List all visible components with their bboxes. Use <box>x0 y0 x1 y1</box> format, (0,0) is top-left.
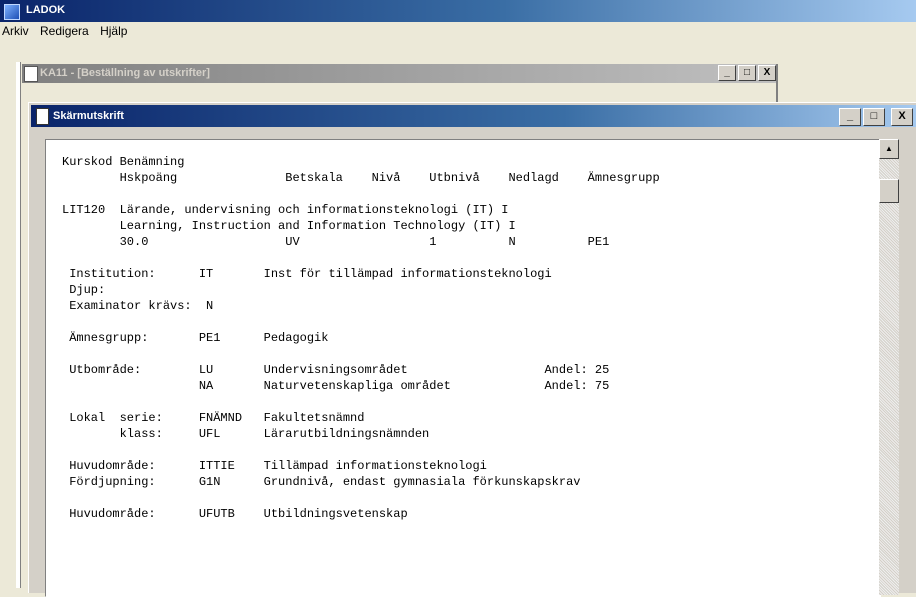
menu-hjalp[interactable]: Hjälp <box>96 22 131 38</box>
printout-line: Huvudområde: UFUTB Utbildningsvetenskap <box>62 507 408 521</box>
printout-line: Institution: IT Inst för tillämpad infor… <box>62 267 552 281</box>
printout-line: NA Naturvetenskapliga området Andel: 75 <box>62 379 610 393</box>
background-window-edge <box>16 62 21 588</box>
print-preview-window: Skärmutskrift _ □ X Kurskod Benämning Hskp… <box>28 102 916 597</box>
document-icon <box>36 108 49 125</box>
scroll-thumb[interactable] <box>879 179 899 203</box>
minimize-button[interactable]: _ <box>839 108 861 126</box>
document-icon <box>24 66 38 82</box>
app-titlebar: LADOK <box>0 0 916 22</box>
printout-line: Fördjupning: G1N Grundnivå, endast gymna… <box>62 475 581 489</box>
printout-line: Huvudområde: ITTIE Tillämpad information… <box>62 459 487 473</box>
window-controls: _ □ X <box>837 108 913 126</box>
printout-line: Examinator krävs: N <box>62 299 214 313</box>
background-window-controls: _ □ X <box>716 65 776 81</box>
printout-content: Kurskod Benämning Hskpoäng Betskala Nivå… <box>45 139 881 597</box>
app-icon <box>4 4 20 20</box>
printout-line: Utbområde: LU Undervisningsområdet Andel… <box>62 363 610 377</box>
printout-line: 30.0 UV 1 N PE1 <box>62 235 610 249</box>
maximize-button[interactable]: □ <box>738 65 756 81</box>
window-title: Skärmutskrift <box>53 110 124 122</box>
menubar: Arkiv Redigera Hjälp <box>0 22 916 42</box>
printout-line: Lokal serie: FNÄMND Fakultetsnämnd <box>62 411 365 425</box>
background-window-titlebar[interactable]: KA11 - [Beställning av utskrifter] _ □ X <box>22 64 778 83</box>
close-button[interactable]: X <box>758 65 776 81</box>
printout-line: klass: UFL Lärarutbildningsnämnden <box>62 427 430 441</box>
printout-text: Kurskod Benämning Hskpoäng Betskala Nivå… <box>62 154 660 522</box>
background-window-title: KA11 - [Beställning av utskrifter] <box>40 67 210 79</box>
scroll-up-arrow-icon[interactable]: ▲ <box>879 139 899 159</box>
maximize-button[interactable]: □ <box>863 108 885 126</box>
close-button[interactable]: X <box>891 108 913 126</box>
minimize-button[interactable]: _ <box>718 65 736 81</box>
print-preview-titlebar[interactable]: Skärmutskrift _ □ X <box>31 105 916 127</box>
menu-redigera[interactable]: Redigera <box>36 22 93 38</box>
app-title: LADOK <box>26 4 66 16</box>
printout-line: Learning, Instruction and Information Te… <box>62 219 516 233</box>
vertical-scrollbar[interactable]: ▲ <box>879 139 899 595</box>
printout-line: Djup: <box>62 283 106 297</box>
printout-line: LIT120 Lärande, undervisning och informa… <box>62 203 509 217</box>
printout-line: Kurskod Benämning <box>62 155 185 169</box>
printout-line: Hskpoäng Betskala Nivå Utbnivå Nedlagd Ä… <box>62 171 660 185</box>
menu-arkiv[interactable]: Arkiv <box>0 22 33 38</box>
printout-line: Ämnesgrupp: PE1 Pedagogik <box>62 331 329 345</box>
background-window-border <box>776 64 778 104</box>
